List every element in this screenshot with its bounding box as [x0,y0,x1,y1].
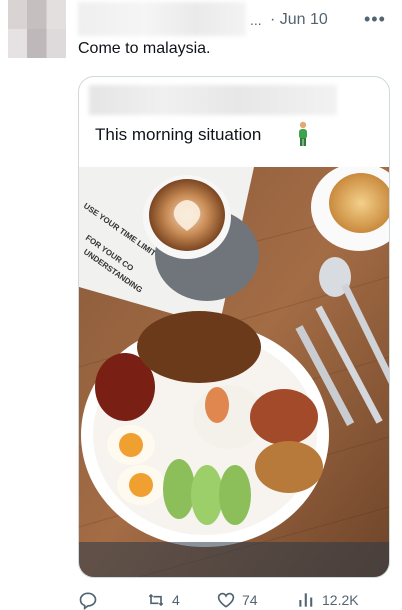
views-button[interactable]: 12.2K [296,590,359,610]
egg-2-yolk [129,473,153,497]
like-count: 74 [242,592,258,608]
prawn [205,387,229,423]
quoted-caption: This morning situation [95,125,262,144]
like-button[interactable]: 74 [216,590,258,610]
author-name-redacted[interactable] [78,2,246,36]
photo-shadow [79,542,389,577]
peanuts [250,389,318,445]
food-photo[interactable]: USE YOUR TIME LIMIT FOR YOUR CO UNDERSTA… [79,167,389,577]
cucumber-3 [219,465,251,525]
cucumber-2 [191,465,223,525]
truncation-ellipsis: ... [250,12,262,28]
person-standing-emoji-icon [299,121,307,146]
more-icon[interactable]: ••• [364,9,386,30]
avatar[interactable] [8,0,66,58]
post-date[interactable]: · Jun 10 [270,11,328,29]
quoted-author-redacted [89,85,337,115]
action-bar: 4 74 12.2K [0,590,402,610]
anchovies [255,441,323,493]
views-icon [299,593,313,607]
cucumber-1 [163,459,195,519]
retweet-icon [148,593,164,607]
reply-button[interactable] [78,590,98,610]
egg-1-yolk [119,433,143,457]
quoted-post-card[interactable]: This morning situation USE YOUR TIME LIM… [78,76,390,578]
views-count: 12.2K [322,592,359,608]
retweet-button[interactable]: 4 [146,590,180,610]
tweet-text: Come to malaysia. [78,40,211,57]
fried-chicken [137,311,261,383]
reply-icon [79,592,97,610]
retweet-count: 4 [172,592,180,608]
heart-icon [217,592,235,608]
